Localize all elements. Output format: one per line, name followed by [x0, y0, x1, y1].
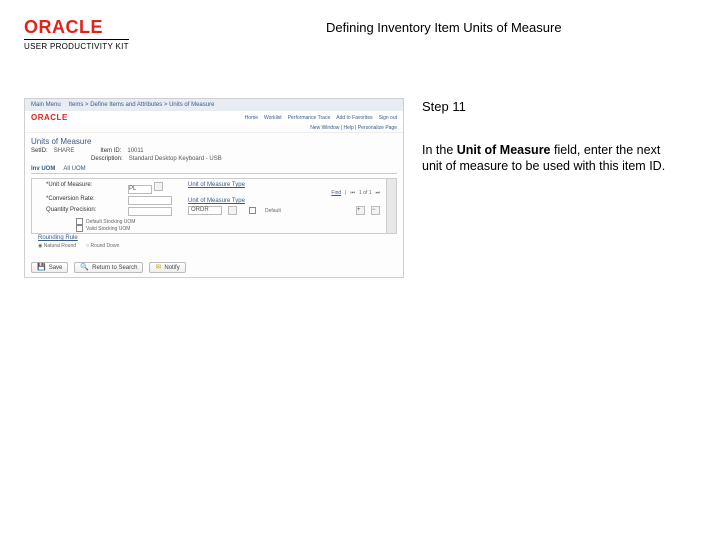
rounding-rule-heading: Rounding Rule [38, 235, 176, 241]
action-button-row: 💾Save 🔍Return to Search ✉Notify [25, 262, 403, 277]
page-util-links: New Window | Help | Personalize Page [25, 124, 403, 133]
instruction-text: In the Unit of Measure field, enter the … [422, 142, 682, 176]
valid-stocking-uom-label: Valid Stocking UOM [86, 226, 130, 232]
description-value: Standard Desktop Keyboard - USB [129, 156, 222, 162]
itemid-value: 10011 [127, 148, 143, 154]
default-stocking-uom-checkbox[interactable] [76, 218, 83, 225]
breadcrumb: Main Menu Items > Define Items and Attri… [25, 99, 403, 111]
nav-perf-trace[interactable]: Performance Trace [288, 115, 331, 121]
scroll-first-icon[interactable]: ⏮ [350, 190, 355, 196]
tab-strip: Inv UOM All UOM [31, 166, 397, 174]
nav-worklist[interactable]: Worklist [264, 115, 282, 121]
delete-row-icon[interactable]: − [371, 206, 380, 215]
uom-type-default-label: Default [265, 208, 281, 214]
quantity-precision-label: Quantity Precision: [46, 207, 124, 216]
instruction-bold: Unit of Measure [457, 143, 551, 157]
notify-icon: ✉ [155, 264, 161, 271]
right-type-panel: Unit of Measure Type Find | ⏮ 1 of 1 ⏭ U… [182, 179, 386, 233]
uom-type-default-checkbox[interactable] [249, 207, 256, 214]
valid-stocking-uom-checkbox[interactable] [76, 225, 83, 232]
nav-signout[interactable]: Sign out [379, 115, 397, 121]
notify-button[interactable]: ✉Notify [149, 262, 185, 273]
tab-inv-uom[interactable]: Inv UOM [31, 166, 55, 172]
page-title: Units of Measure [31, 137, 397, 146]
page-root: ORACLE USER PRODUCTIVITY KIT Defining In… [0, 0, 720, 540]
return-to-search-button[interactable]: 🔍Return to Search [74, 262, 143, 273]
add-row-icon[interactable]: + [356, 206, 365, 215]
setid-value: SHARE [54, 148, 75, 154]
uom-input[interactable]: PL [128, 185, 152, 194]
tab-all-uom[interactable]: All UOM [63, 166, 85, 172]
scrollbar[interactable] [386, 179, 396, 233]
setid-label: SetID: [31, 148, 48, 154]
uom-label: *Unit of Measure: [46, 182, 124, 194]
instruction-prefix: In the [422, 143, 457, 157]
find-link[interactable]: Find [331, 190, 341, 196]
app-body: Units of Measure SetID: SHARE Item ID: 1… [25, 133, 403, 256]
uom-type-subheading: Unit of Measure Type [188, 198, 380, 204]
top-nav-links: Home Worklist Performance Trace Add to F… [245, 115, 397, 121]
left-form-panel: *Unit of Measure: PL *Conversion Rate: Q… [32, 179, 182, 233]
tutorial-column: Step 11 In the Unit of Measure field, en… [422, 98, 682, 175]
save-button[interactable]: 💾Save [31, 262, 68, 273]
app-brand-word: ORACLE [31, 113, 68, 122]
uom-type-input[interactable]: ORDR [188, 206, 222, 215]
header: ORACLE USER PRODUCTIVITY KIT Defining In… [24, 18, 696, 54]
nav-favorites[interactable]: Add to Favorites [336, 115, 372, 121]
step-label: Step 11 [422, 98, 682, 116]
brand-logo: ORACLE USER PRODUCTIVITY KIT [24, 18, 154, 54]
document-title: Defining Inventory Item Units of Measure [326, 20, 562, 35]
conversion-rate-label: *Conversion Rate: [46, 196, 124, 205]
save-icon: 💾 [37, 264, 46, 271]
itemid-label: Item ID: [100, 148, 121, 154]
brand-bar: ORACLE Home Worklist Performance Trace A… [25, 111, 403, 124]
detail-scroll-area: *Unit of Measure: PL *Conversion Rate: Q… [31, 178, 397, 234]
scroll-last-icon[interactable]: ⏭ [375, 190, 380, 196]
description-label: Description: [91, 156, 123, 162]
uom-type-heading: Unit of Measure Type [188, 182, 380, 188]
quantity-precision-input[interactable] [128, 207, 172, 216]
breadcrumb-path: Items > Define Items and Attributes > Un… [69, 102, 215, 108]
brand-wordmark: ORACLE [24, 18, 154, 36]
app-screenshot: Main Menu Items > Define Items and Attri… [24, 98, 404, 278]
lookup-icon[interactable] [154, 182, 163, 191]
nav-home[interactable]: Home [245, 115, 258, 121]
return-icon: 🔍 [80, 264, 89, 271]
brand-subline: USER PRODUCTIVITY KIT [24, 39, 129, 51]
lookup-icon[interactable] [228, 206, 237, 215]
content-row: Main Menu Items > Define Items and Attri… [24, 98, 696, 278]
breadcrumb-root: Main Menu [31, 102, 61, 108]
conversion-rate-input[interactable] [128, 196, 172, 205]
rounding-natural-option[interactable]: ◉ Natural Round [38, 243, 76, 249]
rounding-down-option[interactable]: ○ Round Down [86, 243, 119, 249]
